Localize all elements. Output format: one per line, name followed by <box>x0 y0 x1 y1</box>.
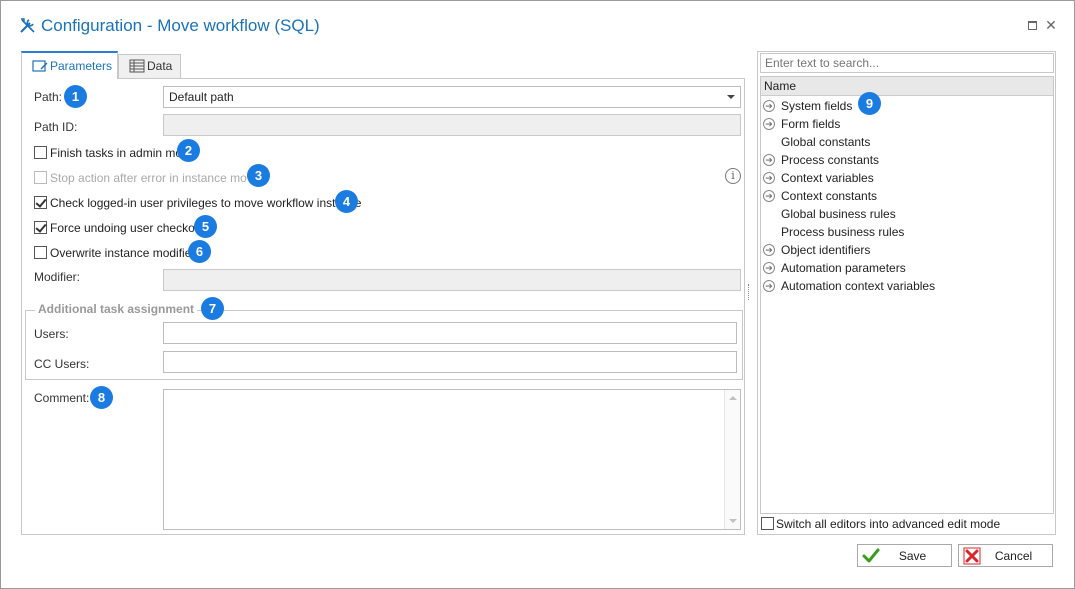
scroll-up-icon[interactable] <box>729 396 737 400</box>
callout-badge-5: 5 <box>194 215 217 238</box>
overwrite-modifier-checkbox[interactable] <box>34 246 47 259</box>
callout-badge-7: 7 <box>201 297 224 320</box>
callout-badge-1: 1 <box>64 85 87 108</box>
cancel-button-label: Cancel <box>994 549 1033 563</box>
tree-item-label: System fields <box>781 99 853 113</box>
cc-users-label: CC Users: <box>34 357 90 371</box>
path-select-value: Default path <box>169 90 234 104</box>
tree-item-system-fields[interactable]: ➔ System fields <box>763 97 1043 115</box>
tree-item-context-variables[interactable]: ➔ Context variables <box>763 169 1043 187</box>
modifier-label: Modifier: <box>34 270 81 284</box>
comment-scrollbar[interactable] <box>724 390 740 529</box>
tree-item-context-constants[interactable]: ➔ Context constants <box>763 187 1043 205</box>
tree-item-label: Form fields <box>781 117 841 131</box>
path-label: Path: <box>34 90 63 104</box>
tab-data-label: Data <box>147 59 173 73</box>
tree-item-label: Global constants <box>781 135 871 149</box>
users-input[interactable] <box>163 322 737 344</box>
tab-parameters[interactable]: Parameters <box>21 51 118 79</box>
window-title: Configuration - Move workflow (SQL) <box>41 16 320 35</box>
stop-action-label: Stop action after error in instance move <box>50 171 260 185</box>
data-table-icon <box>129 59 145 73</box>
tree-item-automation-context-variables[interactable]: ➔ Automation context variables <box>763 277 1043 295</box>
tab-parameters-label: Parameters <box>50 59 113 73</box>
save-button[interactable]: Save <box>857 544 952 567</box>
expand-arrow-icon[interactable]: ➔ <box>763 280 775 292</box>
tree-item-object-identifiers[interactable]: ➔ Object identifiers <box>763 241 1043 259</box>
tree-item-label: Global business rules <box>781 207 896 221</box>
expand-arrow-icon[interactable]: ➔ <box>763 154 775 166</box>
search-input[interactable] <box>760 53 1054 73</box>
comment-textarea[interactable] <box>163 389 741 530</box>
info-icon[interactable]: i <box>725 168 741 184</box>
path-id-label: Path ID: <box>34 120 78 134</box>
tree-item-automation-parameters[interactable]: ➔ Automation parameters <box>763 259 1043 277</box>
advanced-mode-checkbox[interactable] <box>761 517 774 530</box>
callout-badge-9: 9 <box>858 92 881 115</box>
expand-arrow-icon[interactable]: ➔ <box>763 244 775 256</box>
comment-label: Comment: <box>34 391 90 405</box>
overwrite-modifier-label: Overwrite instance modifier <box>50 246 196 260</box>
tree-item-label: Automation context variables <box>781 279 936 293</box>
chevron-down-icon <box>727 95 735 99</box>
parameters-icon <box>32 60 48 72</box>
expand-arrow-icon[interactable]: ➔ <box>763 172 775 184</box>
tools-icon <box>20 18 35 33</box>
maximize-icon[interactable] <box>1025 18 1039 32</box>
tab-data[interactable]: Data <box>118 54 181 78</box>
tree-item-global-constants[interactable]: Global constants <box>763 133 1043 151</box>
users-label: Users: <box>34 327 69 341</box>
tree-item-label: Process business rules <box>781 225 905 239</box>
finish-tasks-checkbox[interactable] <box>34 146 47 159</box>
expand-arrow-icon[interactable]: ➔ <box>763 118 775 130</box>
panel-splitter[interactable] <box>748 284 750 300</box>
path-id-field <box>163 114 741 136</box>
check-privileges-checkbox[interactable] <box>34 196 47 209</box>
modifier-field <box>163 269 741 291</box>
expand-arrow-icon[interactable]: ➔ <box>763 100 775 112</box>
save-button-label: Save <box>898 549 927 563</box>
stop-action-checkbox <box>34 171 47 184</box>
tree-item-label: Process constants <box>781 153 880 167</box>
additional-task-assignment-title: Additional task assignment <box>35 302 198 316</box>
advanced-mode-label: Switch all editors into advanced edit mo… <box>776 517 1001 531</box>
tree-item-label: Object identifiers <box>781 243 871 257</box>
path-select[interactable]: Default path <box>163 86 741 108</box>
cc-users-input[interactable] <box>163 351 737 373</box>
close-icon[interactable]: ✕ <box>1044 18 1058 32</box>
tree-item-label: Context constants <box>781 189 878 203</box>
tree-item-label: Automation parameters <box>781 261 906 275</box>
tree-item-global-business-rules[interactable]: Global business rules <box>763 205 1043 223</box>
tree-header-name[interactable]: Name <box>761 77 1053 96</box>
tree-item-process-business-rules[interactable]: Process business rules <box>763 223 1043 241</box>
callout-badge-4: 4 <box>335 190 358 213</box>
callout-badge-3: 3 <box>247 164 270 187</box>
callout-badge-2: 2 <box>177 139 200 162</box>
configuration-dialog: Configuration - Move workflow (SQL) ✕ Pa… <box>0 0 1075 589</box>
check-privileges-label: Check logged-in user privileges to move … <box>50 196 362 210</box>
tree-item-process-constants[interactable]: ➔ Process constants <box>763 151 1043 169</box>
callout-badge-8: 8 <box>90 386 113 409</box>
expand-arrow-icon[interactable]: ➔ <box>763 190 775 202</box>
force-undo-label: Force undoing user checkout <box>50 221 205 235</box>
finish-tasks-label: Finish tasks in admin mode <box>50 146 196 160</box>
callout-badge-6: 6 <box>188 240 211 263</box>
tree-item-form-fields[interactable]: ➔ Form fields <box>763 115 1043 133</box>
scroll-down-icon[interactable] <box>729 519 737 523</box>
cancel-button[interactable]: Cancel <box>958 544 1053 567</box>
title-bar: Configuration - Move workflow (SQL) ✕ <box>1 1 1074 47</box>
tree-item-label: Context variables <box>781 171 874 185</box>
force-undo-checkbox[interactable] <box>34 221 47 234</box>
expand-arrow-icon[interactable]: ➔ <box>763 262 775 274</box>
